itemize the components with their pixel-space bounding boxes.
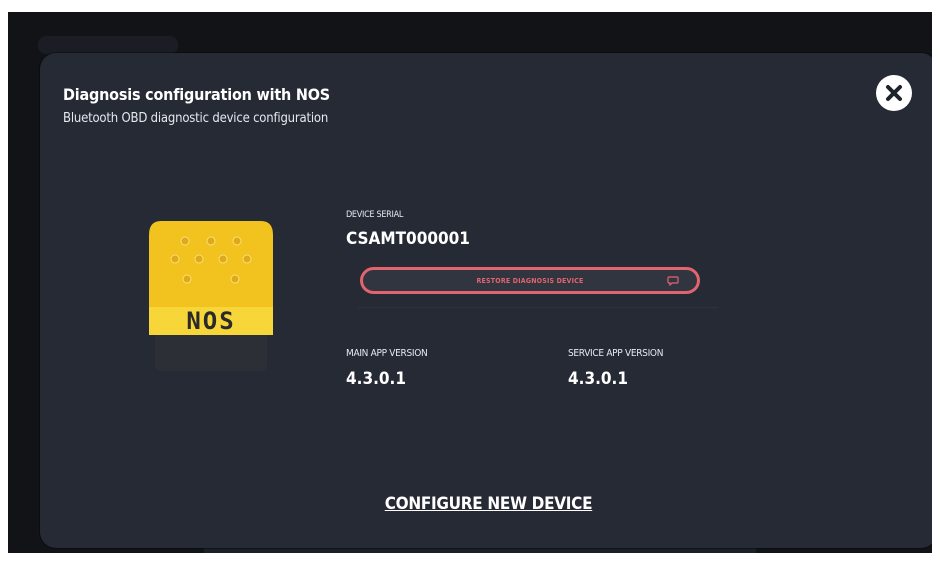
background-element	[38, 36, 178, 54]
chat-bubble-icon	[667, 276, 679, 286]
service-app-version-value: 4.3.0.1	[568, 369, 628, 389]
device-serial-value: CSAMT000001	[346, 229, 470, 249]
main-app-version-value: 4.3.0.1	[346, 369, 406, 389]
service-app-version-label: SERVICE APP VERSION	[568, 348, 664, 359]
modal-title: Diagnosis configuration with NOS	[63, 85, 330, 104]
diagnosis-config-modal: Diagnosis configuration with NOS Bluetoo…	[40, 53, 932, 548]
device-serial-label: DEVICE SERIAL	[346, 210, 404, 220]
restore-button-label: RESTORE DIAGNOSIS DEVICE	[476, 276, 584, 285]
divider	[358, 307, 718, 308]
obd-dongle-icon: NOS	[141, 219, 281, 379]
main-app-version-label: MAIN APP VERSION	[346, 348, 428, 359]
modal-subtitle: Bluetooth OBD diagnostic device configur…	[63, 111, 329, 126]
device-brand-text: NOS	[186, 307, 236, 335]
configure-new-device-link[interactable]: CONFIGURE NEW DEVICE	[40, 494, 932, 514]
app-screen: Diagnosis configuration with NOS Bluetoo…	[8, 12, 932, 553]
close-button[interactable]	[876, 75, 912, 111]
close-icon	[886, 85, 902, 101]
restore-diagnosis-device-button[interactable]: RESTORE DIAGNOSIS DEVICE	[360, 267, 700, 294]
